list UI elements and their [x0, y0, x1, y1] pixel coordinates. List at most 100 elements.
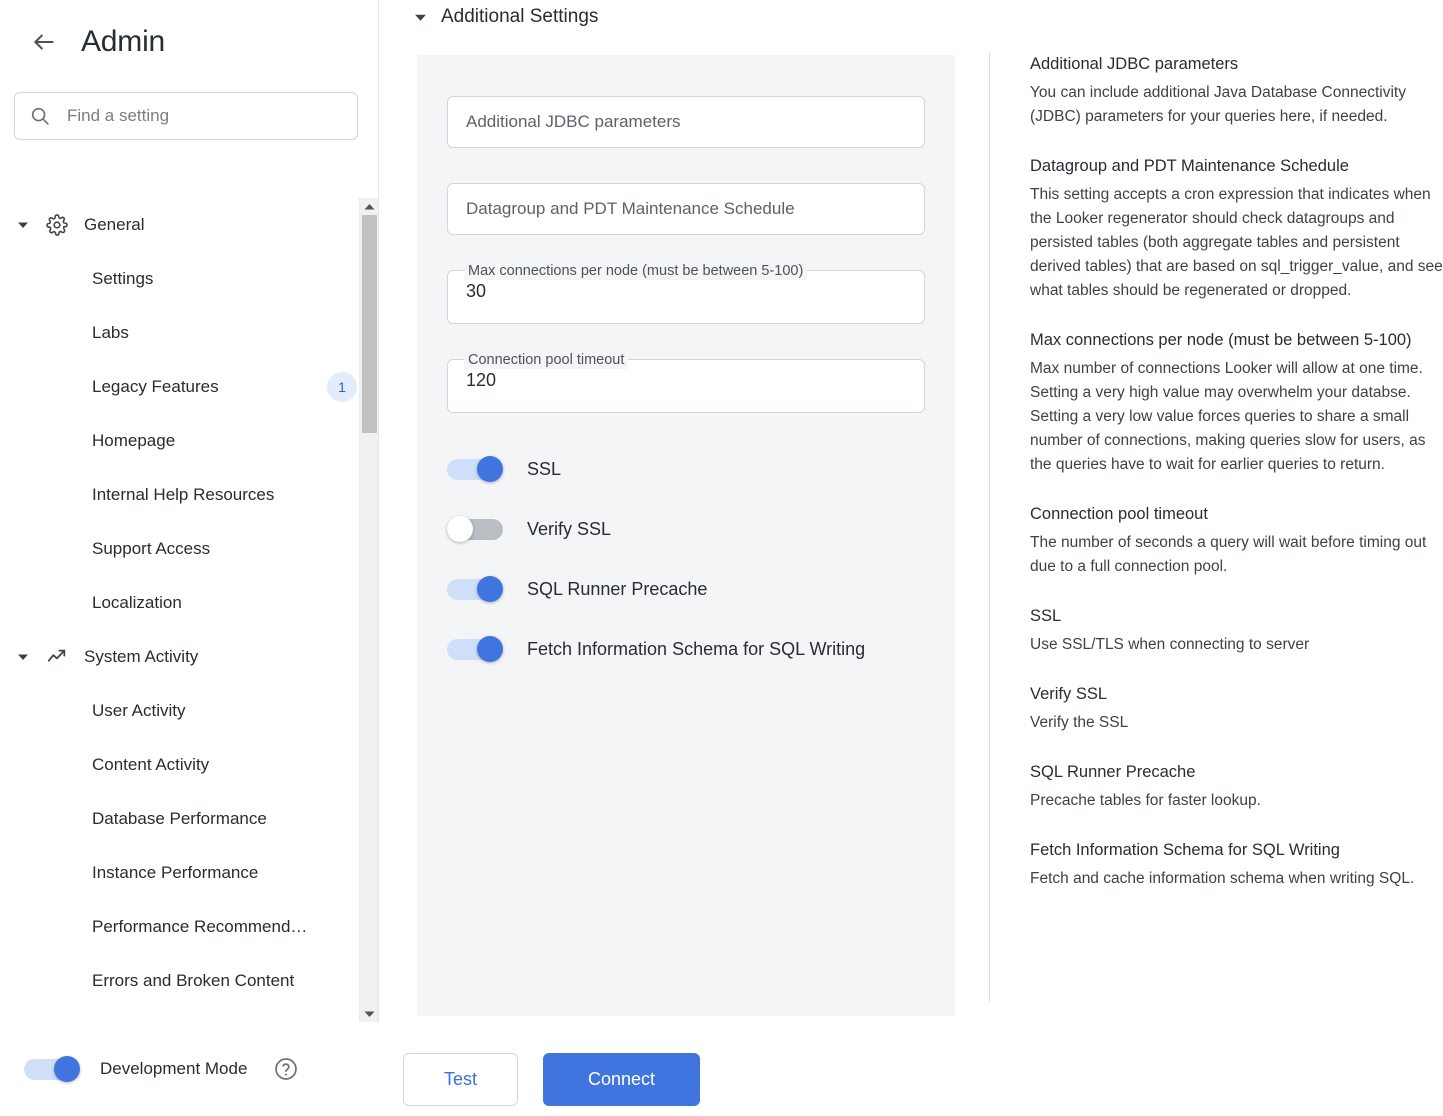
test-button[interactable]: Test: [403, 1053, 518, 1106]
status-badge: 1: [327, 372, 357, 402]
sidebar-group-label: General: [84, 215, 144, 235]
verify-ssl-toggle[interactable]: [447, 516, 503, 542]
sidebar-item-instance-performance[interactable]: Instance Performance: [0, 846, 379, 900]
sidebar-item-label: Errors and Broken Content: [92, 971, 294, 991]
toggle-thumb: [477, 576, 503, 602]
settings-panel: Max connections per node (must be betwee…: [417, 55, 955, 1016]
toggle-thumb: [477, 636, 503, 662]
help-title: Fetch Information Schema for SQL Writing: [1030, 838, 1443, 862]
connection-pool-timeout-field[interactable]: Connection pool timeout: [447, 359, 925, 413]
help-body: Verify the SSL: [1030, 711, 1443, 735]
caret-down-icon: [14, 216, 32, 234]
sidebar-group-label: System Activity: [84, 647, 198, 667]
help-block: Verify SSL Verify the SSL: [1030, 682, 1443, 735]
help-block: Datagroup and PDT Maintenance Schedule T…: [1030, 154, 1443, 303]
sidebar-item-content-activity[interactable]: Content Activity: [0, 738, 379, 792]
max-connections-per-node-input[interactable]: [448, 276, 924, 306]
form-action-bar: Test Connect: [403, 1053, 700, 1106]
help-body: Fetch and cache information schema when …: [1030, 867, 1443, 891]
caret-down-icon[interactable]: [411, 8, 429, 26]
help-block: Additional JDBC parameters You can inclu…: [1030, 52, 1443, 129]
find-a-setting-search[interactable]: [14, 92, 358, 140]
sidebar-header: Admin: [0, 0, 378, 62]
sidebar-item-internal-help-resources[interactable]: Internal Help Resources: [0, 468, 379, 522]
search-input[interactable]: [65, 105, 343, 127]
sql-runner-precache-toggle[interactable]: [447, 576, 503, 602]
sidebar-item-label: Internal Help Resources: [92, 485, 274, 505]
sidebar-nav-scroll-area: General Settings Labs Legacy Features 1 …: [0, 198, 379, 1022]
additional-jdbc-parameters-field[interactable]: [447, 96, 925, 148]
sidebar-item-label: Database Performance: [92, 809, 267, 829]
help-block: Fetch Information Schema for SQL Writing…: [1030, 838, 1443, 891]
additional-settings-form: Additional Settings Max connections per …: [379, 0, 989, 1116]
sidebar-scrollbar[interactable]: [359, 198, 378, 1022]
help-block: Max connections per node (must be betwee…: [1030, 328, 1443, 477]
help-panel: Additional JDBC parameters You can inclu…: [989, 52, 1443, 1002]
help-title: SSL: [1030, 604, 1443, 628]
development-mode-label: Development Mode: [100, 1059, 247, 1079]
help-body: The number of seconds a query will wait …: [1030, 531, 1443, 579]
sidebar-item-user-activity[interactable]: User Activity: [0, 684, 379, 738]
admin-settings-page: Admin: [0, 0, 1443, 1116]
additional-jdbc-parameters-input[interactable]: [448, 112, 924, 132]
sidebar-item-legacy-features[interactable]: Legacy Features 1: [0, 360, 379, 414]
arrow-left-icon[interactable]: [30, 28, 58, 56]
ssl-row: SSL: [447, 449, 925, 489]
sidebar-group-system-activity[interactable]: System Activity: [0, 630, 379, 684]
scrollbar-thumb[interactable]: [362, 215, 377, 433]
help-body: You can include additional Java Database…: [1030, 81, 1443, 129]
sidebar-item-label: Support Access: [92, 539, 210, 559]
sidebar-item-localization[interactable]: Localization: [0, 576, 379, 630]
sidebar-item-label: User Activity: [92, 701, 186, 721]
fetch-information-schema-label: Fetch Information Schema for SQL Writing: [527, 639, 865, 660]
caret-down-icon[interactable]: [360, 1005, 379, 1022]
search-icon: [29, 105, 51, 127]
gear-icon: [44, 212, 70, 238]
fetch-information-schema-toggle[interactable]: [447, 636, 503, 662]
max-connections-per-node-field[interactable]: Max connections per node (must be betwee…: [447, 270, 925, 324]
connection-pool-timeout-label: Connection pool timeout: [464, 351, 628, 369]
sidebar-item-label: Performance Recommend…: [92, 917, 307, 937]
sidebar-item-homepage[interactable]: Homepage: [0, 414, 379, 468]
sidebar-item-labs[interactable]: Labs: [0, 306, 379, 360]
sidebar-item-label: Instance Performance: [92, 863, 258, 883]
help-body: This setting accepts a cron expression t…: [1030, 183, 1443, 303]
caret-up-icon[interactable]: [360, 198, 379, 215]
caret-down-icon: [14, 648, 32, 666]
sidebar-item-label: Localization: [92, 593, 182, 613]
sql-runner-precache-label: SQL Runner Precache: [527, 579, 707, 600]
sidebar-group-general[interactable]: General: [0, 198, 379, 252]
help-title: Connection pool timeout: [1030, 502, 1443, 526]
help-block: SQL Runner Precache Precache tables for …: [1030, 760, 1443, 813]
ssl-toggle[interactable]: [447, 456, 503, 482]
verify-ssl-row: Verify SSL: [447, 509, 925, 549]
datagroup-pdt-maintenance-schedule-field[interactable]: [447, 183, 925, 235]
sidebar-item-label: Legacy Features: [92, 377, 219, 397]
section-header[interactable]: Additional Settings: [379, 0, 989, 30]
connection-pool-timeout-input[interactable]: [448, 365, 924, 395]
help-title: Datagroup and PDT Maintenance Schedule: [1030, 154, 1443, 178]
sidebar-footer: Development Mode: [0, 1022, 379, 1116]
ssl-label: SSL: [527, 459, 561, 480]
trending-up-icon: [44, 644, 70, 670]
sidebar-item-label: Labs: [92, 323, 129, 343]
sidebar-nav-list: General Settings Labs Legacy Features 1 …: [0, 198, 379, 1008]
sidebar-item-performance-recommendations[interactable]: Performance Recommend…: [0, 900, 379, 954]
development-mode-toggle[interactable]: [24, 1056, 80, 1082]
help-body: Use SSL/TLS when connecting to server: [1030, 633, 1443, 657]
sql-runner-precache-row: SQL Runner Precache: [447, 569, 925, 609]
help-title: Additional JDBC parameters: [1030, 52, 1443, 76]
help-title: Max connections per node (must be betwee…: [1030, 328, 1443, 352]
sidebar-item-settings[interactable]: Settings: [0, 252, 379, 306]
datagroup-pdt-maintenance-schedule-input[interactable]: [448, 199, 924, 219]
connect-button[interactable]: Connect: [543, 1053, 700, 1106]
sidebar-item-errors-and-broken-content[interactable]: Errors and Broken Content: [0, 954, 379, 1008]
help-title: Verify SSL: [1030, 682, 1443, 706]
toggle-thumb: [447, 516, 473, 542]
question-circle-icon[interactable]: [273, 1056, 299, 1082]
admin-sidebar: Admin: [0, 0, 379, 1116]
toggle-thumb: [477, 456, 503, 482]
sidebar-item-support-access[interactable]: Support Access: [0, 522, 379, 576]
verify-ssl-label: Verify SSL: [527, 519, 611, 540]
sidebar-item-database-performance[interactable]: Database Performance: [0, 792, 379, 846]
